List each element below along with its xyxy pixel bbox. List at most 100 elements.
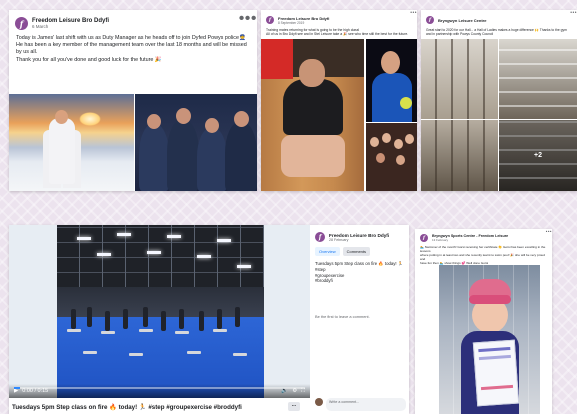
face-shape — [396, 155, 405, 165]
video-progress-fill — [14, 387, 20, 389]
post-text-line: and in partnership with Powys County Cou… — [426, 32, 494, 37]
post-text: 🏊 Swimmer of the month! Gorsi receiving … — [415, 243, 552, 265]
face-shape — [394, 139, 403, 149]
more-options-icon[interactable]: ••• — [570, 10, 577, 16]
step-shape — [187, 351, 201, 354]
photo-hall-ceiling[interactable] — [421, 39, 498, 119]
participant-shape — [161, 311, 166, 331]
step-shape — [213, 329, 227, 332]
ceiling-light — [117, 233, 131, 236]
photo-hall-more[interactable]: +2 — [499, 120, 577, 191]
ceiling-shape — [57, 225, 264, 287]
post-text: Training mates returning for what is goi… — [261, 26, 417, 37]
participant-shape — [123, 309, 128, 329]
sidebar-tabs: Overview Comments — [315, 247, 404, 256]
post-text-line: Thank you for all you've done and good l… — [16, 56, 162, 63]
tab-overview[interactable]: Overview — [315, 247, 340, 256]
participant-shape — [87, 307, 92, 327]
volume-icon[interactable]: 🔈 — [281, 388, 288, 394]
post-header: f Freedom Leisure Bro Ddyfi 6 March ••• — [9, 10, 257, 32]
post-card-hall: f Bryngwyn Leisure Centre ••• Great star… — [421, 10, 577, 191]
face-shape — [176, 108, 191, 124]
photo-group-night[interactable] — [135, 94, 257, 191]
photo-christmas-jumper[interactable] — [366, 39, 417, 122]
sun-shape — [79, 112, 101, 126]
ceiling-light — [167, 235, 181, 238]
step-shape — [129, 353, 143, 356]
ceiling-light — [97, 253, 111, 256]
post-date[interactable]: 8 September 2019 — [278, 21, 329, 25]
certificate-shape — [472, 339, 520, 407]
more-options-icon[interactable]: ••• — [410, 10, 417, 16]
post-card-training: f Freedom Leisure Bro Ddyfi 8 September … — [261, 10, 417, 191]
page-logo-icon[interactable]: f — [15, 17, 28, 30]
beams-shape — [421, 120, 498, 191]
face-shape — [147, 114, 161, 129]
photo-group-party[interactable] — [366, 123, 417, 191]
post-date[interactable]: 28 February — [329, 238, 389, 242]
post-text-line: He has been a key member of the manageme… — [16, 42, 247, 49]
person-legs-shape — [281, 135, 345, 177]
settings-icon[interactable]: ⚙ — [292, 388, 297, 394]
post-header: f Freedom Leisure Bro Ddyfi 8 September … — [261, 10, 417, 26]
page-name[interactable]: Freedom Leisure Bro Ddyfi — [278, 16, 329, 21]
video-player[interactable]: ▶ 0:00 / 0:15 🔈 ⚙ ⛶ — [9, 225, 310, 398]
page-name[interactable]: Freedom Leisure Bro Ddyfi — [329, 233, 389, 238]
page-logo-icon[interactable]: f — [426, 16, 434, 24]
ceiling-light — [77, 237, 91, 240]
comment-input[interactable]: Write a comment... — [326, 398, 406, 411]
more-button[interactable]: ... — [288, 402, 300, 411]
more-options-icon[interactable]: ••• — [546, 229, 552, 234]
video-caption-text: Tuesdays 5pm Step class on fire 🔥 today!… — [12, 404, 242, 411]
hashtag-link[interactable]: #broddyfi — [315, 278, 404, 284]
ceiling-light — [197, 255, 211, 258]
participant-shape — [235, 307, 240, 327]
post-header: f Bryngwyn Sports Centre - Freedom Leisu… — [415, 229, 552, 243]
page-name[interactable]: Bryngwyn Leisure Centre — [438, 18, 486, 23]
avatar — [315, 398, 323, 406]
photo-swimmer-certificate[interactable] — [439, 265, 540, 414]
post-caption: Tuesdays 5pm Step class on fire 🔥 today!… — [315, 261, 404, 266]
person-shape — [225, 122, 257, 191]
first-comment-prompt: Be the first to leave a comment. — [315, 313, 370, 319]
play-icon[interactable]: ▶ — [14, 388, 18, 394]
participant-shape — [143, 307, 148, 327]
certificate-stripe — [478, 354, 511, 361]
post-text-line: 🏊 Swimmer of the month! Gorsi receiving … — [420, 245, 546, 254]
certificate-stripe — [478, 346, 511, 353]
face-shape — [234, 111, 249, 127]
person-shape — [167, 120, 199, 191]
page-logo-icon[interactable]: f — [266, 16, 274, 24]
step-shape — [67, 329, 81, 332]
post-header: f Freedom Leisure Bro Ddyfi 28 February — [315, 232, 404, 242]
more-photos-count[interactable]: +2 — [499, 120, 577, 191]
more-options-icon[interactable]: ••• — [239, 10, 257, 28]
page-logo-icon[interactable]: f — [315, 232, 325, 242]
person-head-shape — [55, 110, 68, 124]
ceiling-light — [147, 251, 161, 254]
video-progress[interactable] — [14, 387, 305, 389]
step-shape — [101, 331, 115, 334]
post-date[interactable]: 6 March — [32, 24, 109, 29]
face-shape — [405, 134, 414, 144]
photo-man-on-stool[interactable] — [261, 39, 364, 191]
face-shape — [376, 153, 385, 163]
person-body-shape — [283, 79, 343, 135]
post-text-line: where putting in at least two and she re… — [420, 253, 545, 262]
face-shape — [382, 133, 391, 143]
person-shape — [139, 124, 169, 191]
post-card-james-farewell: f Freedom Leisure Bro Ddyfi 6 March ••• … — [9, 10, 257, 191]
fullscreen-icon[interactable]: ⛶ — [301, 388, 305, 395]
page-logo-icon[interactable]: f — [420, 234, 428, 242]
tab-comments[interactable]: Comments — [342, 247, 371, 256]
hashtag-list: #step #groupexercise #broddyfi — [315, 267, 404, 284]
post-text: Great start to 2020 for our Hall... a Ha… — [421, 26, 577, 37]
beams-shape — [421, 39, 498, 119]
photo-sunset-portrait[interactable] — [9, 94, 134, 191]
photo-hall-roof[interactable] — [421, 120, 498, 191]
step-shape — [139, 329, 153, 332]
person-head-shape — [299, 59, 325, 87]
photo-hall-lights[interactable] — [499, 39, 577, 119]
post-header: f Bryngwyn Leisure Centre ••• — [421, 10, 577, 26]
post-date[interactable]: 13 February — [432, 238, 508, 242]
